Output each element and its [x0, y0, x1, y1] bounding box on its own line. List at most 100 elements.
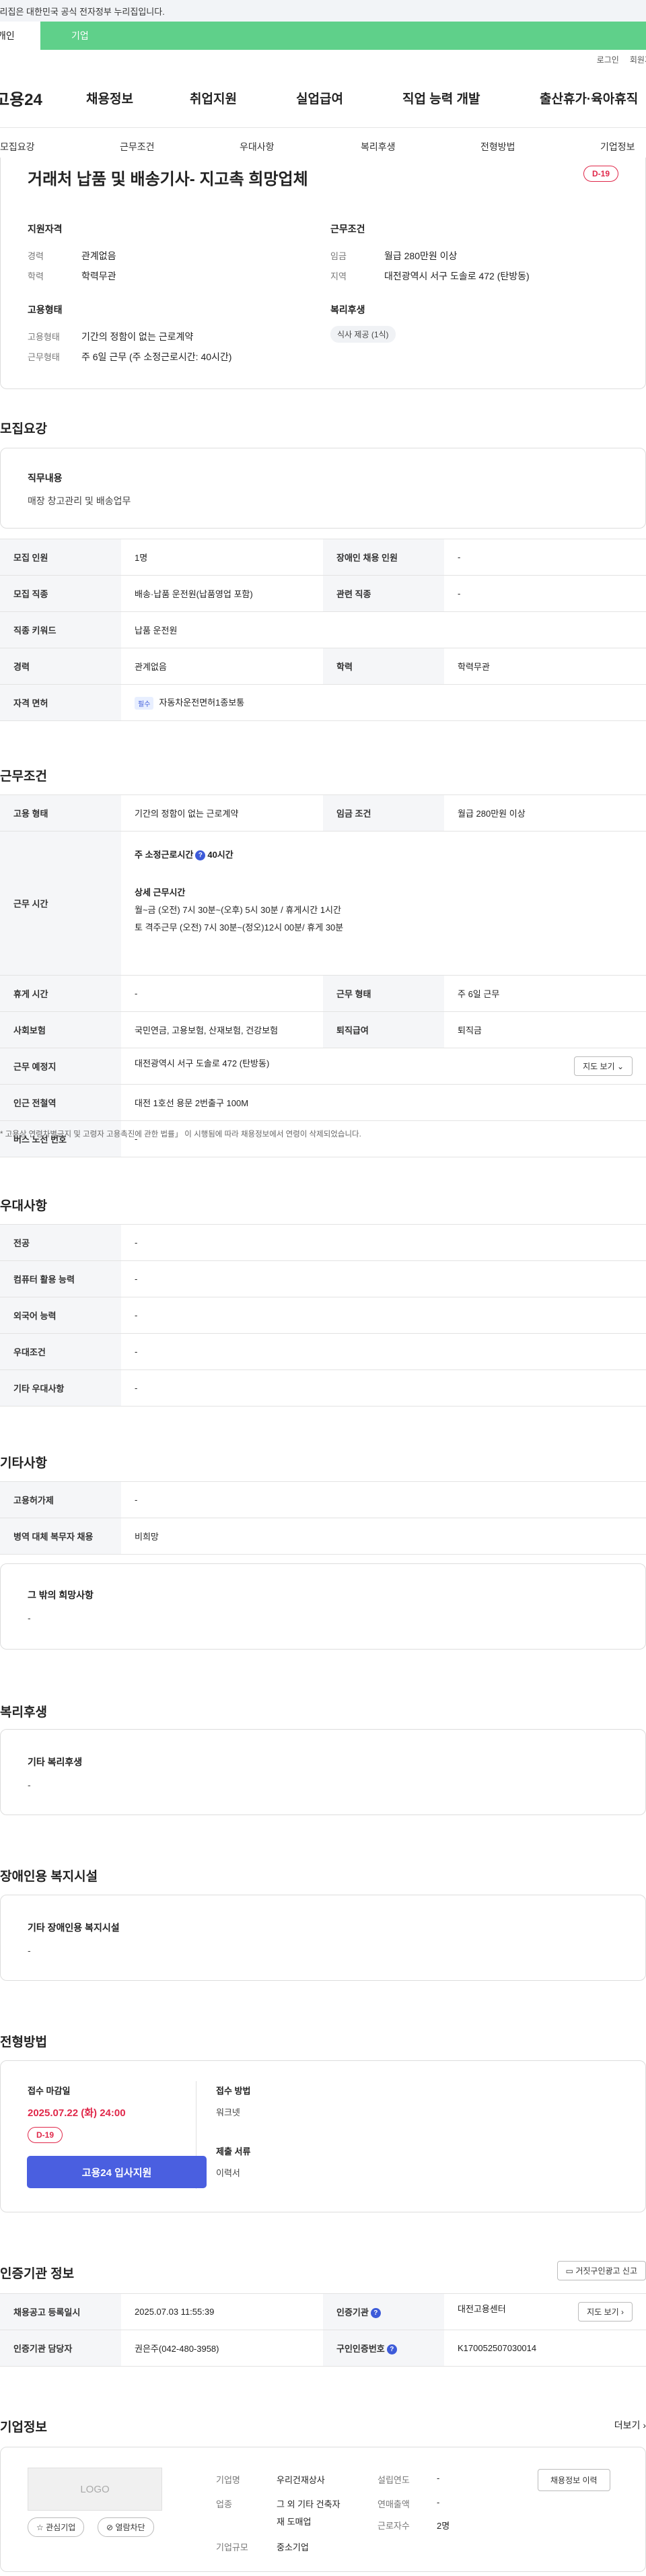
report-button[interactable]: ▭ 거짓구인광고 신고 — [557, 2261, 646, 2280]
preference-table: 전공 - 컴퓨터 활용 능력 - 외국어 능력 - 우대조건 - 기타 우대사항 - — [0, 1224, 646, 1406]
snb-item-recruit[interactable]: 모집요강 — [0, 140, 35, 154]
table-row: 경력 관계없음 학력 학력무관 — [0, 648, 646, 685]
table-row: 채용공고 등록일시 2025.07.03 11:55:39 인증기관? 대전고용… — [0, 2293, 646, 2330]
sales-value: - — [437, 2497, 440, 2507]
recruit-heading: 모집요강 — [0, 422, 47, 436]
org-value: 대전고용센터 — [458, 2304, 506, 2314]
education-value: 학력무관 — [81, 271, 116, 281]
career-value: 관계없음 — [81, 250, 116, 261]
industry-value-2: 재 도매업 — [277, 2517, 312, 2527]
cell-key: 외국어 능력 — [0, 1297, 121, 1334]
apply-dday-badge: D-19 — [28, 2127, 63, 2143]
help-icon[interactable]: ? — [370, 2308, 381, 2319]
dday-badge: D-19 — [583, 166, 618, 182]
etc-box-text: - — [28, 1613, 31, 1623]
tab-personal[interactable]: 개인 — [0, 22, 40, 50]
job-summary-card: 거래처 납품 및 배송기사- 지고촉 희망업체 D-19 지원자격 경력 관계없… — [0, 158, 646, 389]
cell-key: 고용허가제 — [0, 1481, 121, 1518]
sales-key: 연매출액 — [378, 2499, 410, 2509]
table-row: 컴퓨터 활용 능력 - — [0, 1260, 646, 1297]
block-button[interactable]: ⊘ 열람차단 — [98, 2517, 154, 2537]
apply-button[interactable]: 고용24 입사지원 — [27, 2156, 207, 2188]
wage-key: 임금 — [330, 251, 347, 261]
table-row: 외국어 능력 - — [0, 1297, 646, 1334]
disability-box-text: - — [28, 1945, 31, 1956]
map-button[interactable]: 지도 보기 ⌄ — [574, 1056, 633, 1076]
employees-value: 2명 — [437, 2521, 450, 2531]
welfare-chip: 식사 제공 (1식) — [330, 326, 396, 343]
fav-company-button[interactable]: ☆ 관심기업 — [28, 2517, 85, 2537]
cell-key: 모집 인원 — [0, 539, 121, 576]
duty-label: 직무내용 — [28, 473, 63, 483]
hours-cell: 주 소정근로시간? 40시간 상세 근무시간 월~금 (오전) 7시 30분~(오… — [121, 831, 646, 976]
history-button[interactable]: 채용정보 이력 — [538, 2469, 610, 2491]
work-type-value: 주 6일 근무 (주 소정근로시간: 40시간) — [81, 351, 232, 362]
cell-key: 인증기관 담당자 — [0, 2330, 121, 2367]
cell-key: 학력 — [323, 648, 444, 685]
cell-value: - — [121, 1369, 646, 1406]
etc-heading: 기타사항 — [0, 1456, 47, 1470]
education-key: 학력 — [28, 271, 44, 281]
work-heading: 근무조건 — [0, 770, 47, 784]
age-notice: * 고용상 연령차별금지 및 고령자 고용촉진에 관한 법률」 이 시행됨에 따… — [0, 1130, 361, 1139]
gnb-item-jobs[interactable]: 채용정보 — [86, 89, 133, 107]
org-table: 채용공고 등록일시 2025.07.03 11:55:39 인증기관? 대전고용… — [0, 2293, 646, 2367]
hours-main: 주 소정근로시간? 40시간 — [135, 850, 234, 861]
login-link[interactable]: 로그인 — [597, 54, 619, 65]
table-row: 근무 시간 주 소정근로시간? 40시간 상세 근무시간 월~금 (오전) 7시 … — [0, 831, 646, 976]
cell-value: - — [121, 1297, 646, 1334]
join-link[interactable]: 회원가입 — [630, 54, 646, 65]
chevron-right-icon: › — [643, 2420, 646, 2431]
gnb-item-parental-leave[interactable]: 출산휴가·육아휴직 — [540, 89, 638, 107]
help-icon[interactable]: ? — [195, 850, 206, 861]
deadline-date: 2025.07.22 (화) 24:00 — [28, 2107, 126, 2119]
cell-key: 관련 직종 — [323, 575, 444, 612]
chevron-right-icon: › — [621, 2307, 624, 2317]
founded-value: - — [437, 2473, 440, 2483]
hours-detail-saturday: 토 격주근무 (오전) 7시 30분~(정오)12시 00분/ 휴게 30분 — [135, 922, 344, 933]
table-row: 자격 면허 필수 자동차운전면허1종보통 — [0, 684, 646, 721]
cell-value: - — [444, 575, 646, 612]
chevron-down-icon: ⌄ — [616, 1062, 624, 1071]
tab-company[interactable]: 기업 — [40, 22, 646, 50]
snb-item-preference[interactable]: 우대사항 — [240, 140, 275, 154]
cell-key: 고용 형태 — [0, 794, 121, 832]
company-box: LOGO ☆ 관심기업 ⊘ 열람차단 기업명 우리건재상사 업종 그 외 기타 … — [0, 2447, 646, 2572]
table-row: 사회보험 국민연금, 고용보험, 산재보험, 건강보험 퇴직급여 퇴직금 — [0, 1011, 646, 1048]
cell-value: 2025.07.03 11:55:39 — [121, 2293, 323, 2330]
cell-key: 채용공고 등록일시 — [0, 2293, 121, 2330]
qualification-label: 지원자격 — [28, 224, 63, 234]
snb-item-selection[interactable]: 전형방법 — [480, 140, 515, 154]
table-row: 인근 전철역 대전 1호선 용문 2번출구 100M — [0, 1084, 646, 1121]
cell-value: - — [121, 1481, 646, 1518]
site-logo[interactable]: 고용24 — [0, 86, 42, 110]
company-logo: LOGO — [28, 2468, 162, 2511]
snb-item-welfare[interactable]: 복리후생 — [361, 140, 396, 154]
org-map-button[interactable]: 지도 보기 › — [578, 2302, 633, 2321]
conditions-label: 근무조건 — [330, 224, 365, 234]
gnb-item-vocational-training[interactable]: 직업 능력 개발 — [402, 89, 480, 107]
snb-item-work[interactable]: 근무조건 — [120, 140, 155, 154]
method-value: 워크넷 — [216, 2107, 240, 2117]
apply-heading: 전형방법 — [0, 2035, 47, 2049]
table-row: 전공 - — [0, 1224, 646, 1261]
cell-key: 퇴직급여 — [323, 1011, 444, 1048]
license-value: 자동차운전면허1종보통 — [159, 697, 245, 708]
cell-key: 컴퓨터 활용 능력 — [0, 1260, 121, 1297]
more-link[interactable]: 더보기 › — [614, 2418, 646, 2432]
career-key: 경력 — [28, 251, 44, 261]
gnb-item-employment-support[interactable]: 취업지원 — [190, 89, 237, 107]
table-row: 인증기관 담당자 권은주(042-480-3958) 구인인증번호? K1700… — [0, 2330, 646, 2367]
employment-type-value: 기간의 정함이 없는 근로계약 — [81, 331, 194, 342]
cell-key: 사회보험 — [0, 1011, 121, 1048]
help-icon[interactable]: ? — [386, 2344, 397, 2355]
company-name-value: 우리건재상사 — [277, 2475, 325, 2485]
benefit-box-text: - — [28, 1780, 31, 1790]
cell-key: 구인인증번호? — [323, 2330, 444, 2367]
duty-box: 직무내용 매장 창고관리 및 배송업무 — [0, 448, 646, 529]
cell-key: 자격 면허 — [0, 684, 121, 721]
gnb-item-unemployment-benefit[interactable]: 실업급여 — [296, 89, 343, 107]
snb-item-company[interactable]: 기업정보 — [600, 140, 635, 154]
cell-key: 병역 대체 복무자 채용 — [0, 1518, 121, 1555]
cell-key: 우대조건 — [0, 1333, 121, 1370]
